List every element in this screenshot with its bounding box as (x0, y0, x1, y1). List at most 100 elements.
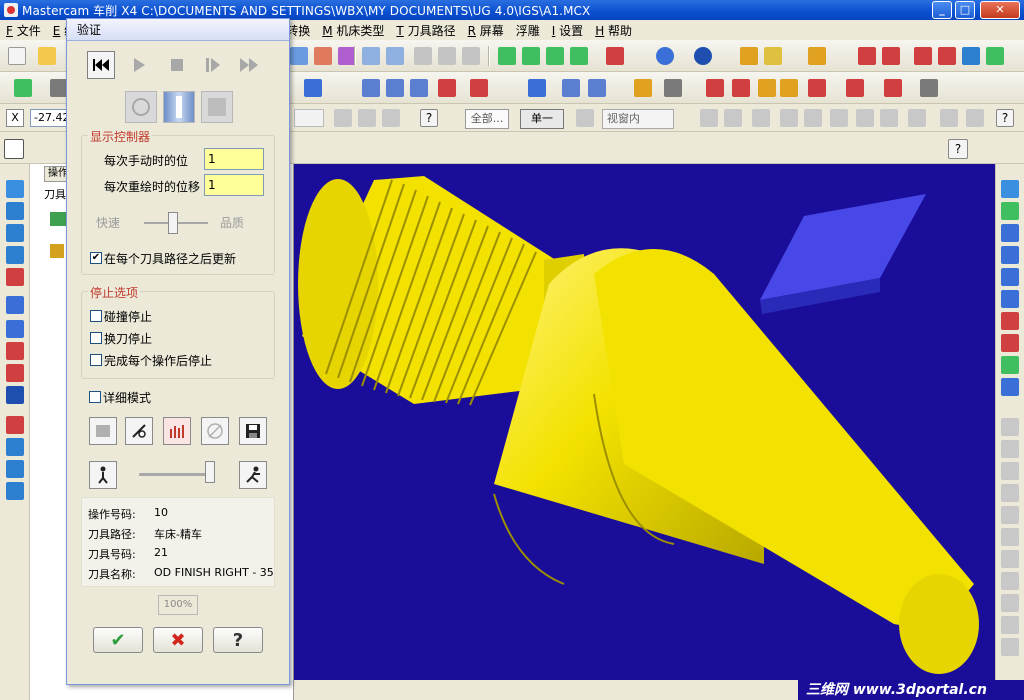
clear-select-icon[interactable] (940, 109, 958, 127)
mode-solid-button[interactable] (163, 91, 195, 123)
table-icon[interactable] (706, 79, 724, 97)
select-body-icon[interactable] (830, 109, 848, 127)
view-mode-select[interactable]: 视窗内 (602, 109, 674, 129)
mode-sim-button[interactable] (125, 91, 157, 123)
toolbar-more-icon[interactable] (986, 47, 1004, 65)
minimize-button[interactable]: _ (932, 1, 952, 19)
right-tool-6-icon[interactable] (1001, 290, 1019, 308)
help-button[interactable]: ? (213, 627, 263, 653)
left-tool-6-icon[interactable] (6, 296, 24, 314)
level-icon[interactable] (914, 47, 932, 65)
select-chain-icon[interactable] (724, 109, 742, 127)
select-all-button[interactable]: 全部... (465, 109, 509, 129)
walk-slow-button[interactable] (89, 461, 117, 489)
stop-collision-checkbox[interactable] (90, 310, 102, 322)
fast-forward-button[interactable] (235, 51, 263, 79)
chart-button[interactable] (163, 417, 191, 445)
cancel-button[interactable]: ✖ (153, 627, 203, 653)
mode-wire-button[interactable] (201, 91, 233, 123)
left-tool-10-icon[interactable] (6, 386, 24, 404)
horizontal-scrollbar[interactable] (294, 680, 798, 700)
arrow-icon[interactable] (664, 79, 682, 97)
save-button[interactable] (239, 417, 267, 445)
right-tool-5-icon[interactable] (1001, 268, 1019, 286)
side-view-icon[interactable] (546, 47, 564, 65)
right-tool-10-icon[interactable] (1001, 378, 1019, 396)
new-file-icon[interactable] (8, 47, 26, 65)
cube-view-icon[interactable] (606, 47, 624, 65)
step-manual-input[interactable]: 1 (204, 148, 264, 170)
right-tool-13-icon[interactable] (1001, 462, 1019, 480)
holder-button[interactable] (201, 417, 229, 445)
right-tool-12-icon[interactable] (1001, 440, 1019, 458)
lathe2-icon[interactable] (780, 79, 798, 97)
menu-screen[interactable]: R 屏幕 (462, 22, 510, 39)
pencil3-icon[interactable] (808, 47, 826, 65)
tool-display-button[interactable] (125, 417, 153, 445)
point-icon[interactable] (14, 79, 32, 97)
left-tool-4-icon[interactable] (6, 246, 24, 264)
wireframe-icon[interactable] (656, 47, 674, 65)
step-redraw-input[interactable]: 1 (204, 174, 264, 196)
menu-help[interactable]: H 帮助 (589, 22, 638, 39)
gear-icon[interactable] (576, 109, 594, 127)
help2-icon[interactable]: ? (996, 109, 1014, 127)
menu-file[interactable]: F 文件 (0, 22, 47, 39)
right-tool-8-icon[interactable] (1001, 334, 1019, 352)
stop-each-op-checkbox[interactable] (90, 354, 102, 366)
speed-quality-slider[interactable] (168, 212, 178, 234)
left-tool-13-icon[interactable] (6, 460, 24, 478)
lathe-icon[interactable] (758, 79, 776, 97)
left-tool-9-icon[interactable] (6, 364, 24, 382)
menu-relief[interactable]: 浮雕 (510, 22, 546, 39)
right-tool-18-icon[interactable] (1001, 572, 1019, 590)
right-tool-19-icon[interactable] (1001, 594, 1019, 612)
pin-icon[interactable] (358, 109, 376, 127)
scale-icon[interactable] (470, 79, 488, 97)
attr-icon[interactable] (938, 47, 956, 65)
gview-cube-icon[interactable] (4, 139, 24, 159)
front-view-icon[interactable] (522, 47, 540, 65)
analyze-icon[interactable] (858, 47, 876, 65)
right-tool-21-icon[interactable] (1001, 638, 1019, 656)
right-tool-17-icon[interactable] (1001, 550, 1019, 568)
note-icon[interactable] (386, 79, 404, 97)
sigma-icon[interactable] (962, 47, 980, 65)
left-tool-8-icon[interactable] (6, 342, 24, 360)
chuck-icon[interactable] (884, 79, 902, 97)
rewind-button[interactable] (87, 51, 115, 79)
stop-tool-change-checkbox[interactable] (90, 332, 102, 344)
triangle-icon[interactable] (588, 79, 606, 97)
lathe3-icon[interactable] (808, 79, 826, 97)
coord-x-input[interactable]: -27.422 (30, 109, 70, 127)
right-tool-2-icon[interactable] (1001, 202, 1019, 220)
zoom-window-icon[interactable] (362, 47, 380, 65)
left-tool-7-icon[interactable] (6, 320, 24, 338)
right-tool-1-icon[interactable] (1001, 180, 1019, 198)
right-tool-16-icon[interactable] (1001, 528, 1019, 546)
right-tool-3-icon[interactable] (1001, 224, 1019, 242)
help-icon[interactable]: ? (420, 109, 438, 127)
top-view-icon[interactable] (498, 47, 516, 65)
lock-icon[interactable] (50, 244, 64, 258)
grid-icon[interactable] (562, 79, 580, 97)
tailstock-icon[interactable] (920, 79, 938, 97)
zoom-out-icon[interactable] (386, 47, 404, 65)
pencil-icon[interactable] (740, 47, 758, 65)
export-stl-button[interactable] (89, 417, 117, 445)
gview3-icon[interactable] (462, 47, 480, 65)
mirror-icon[interactable] (314, 47, 332, 65)
maximize-button[interactable]: □ (955, 1, 975, 19)
select-solid-icon[interactable] (752, 109, 770, 127)
shaded-icon[interactable] (694, 47, 712, 65)
gview-icon[interactable] (414, 47, 432, 65)
right-tool-4-icon[interactable] (1001, 246, 1019, 264)
ok-button[interactable]: ✔ (93, 627, 143, 653)
right-tool-11-icon[interactable] (1001, 418, 1019, 436)
verbose-mode-checkbox[interactable] (89, 391, 101, 403)
select-face-icon[interactable] (780, 109, 798, 127)
left-tool-3-icon[interactable] (6, 224, 24, 242)
fastpoint-icon[interactable] (334, 109, 352, 127)
graphics-viewport[interactable] (294, 164, 995, 680)
view-icon[interactable] (382, 109, 400, 127)
